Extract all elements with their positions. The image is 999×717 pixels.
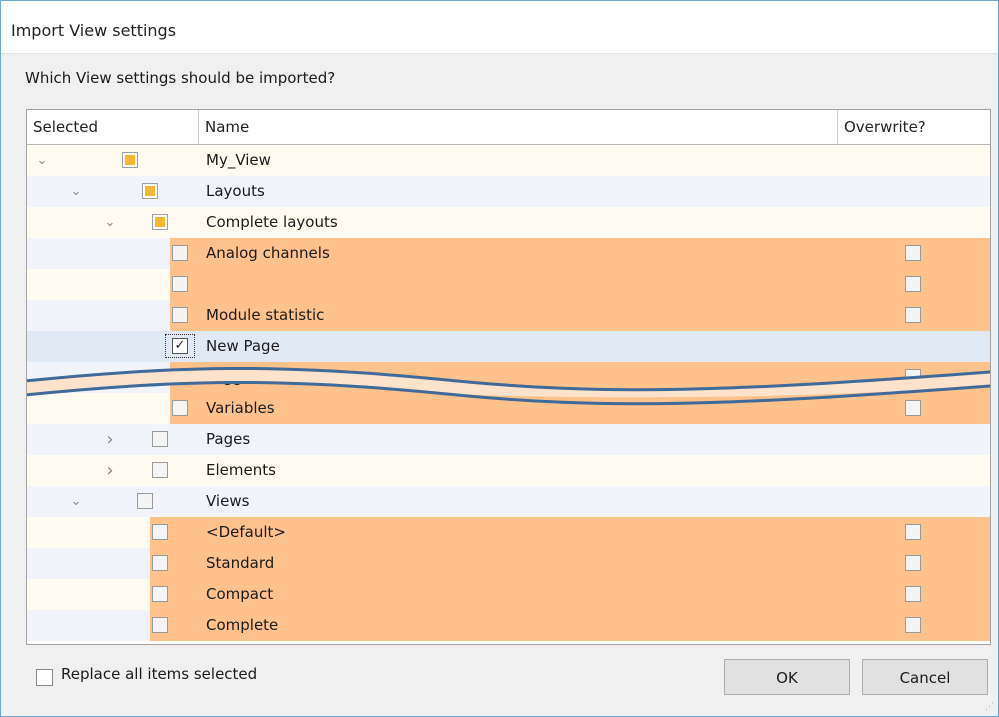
dialog-title: Import View settings bbox=[11, 21, 177, 40]
import-view-settings-dialog: Import View settings Which View settings… bbox=[0, 0, 999, 717]
grid-header: Selected Name Overwrite? bbox=[27, 110, 990, 145]
row-name: Views bbox=[206, 492, 250, 510]
select-checkbox[interactable] bbox=[152, 555, 168, 571]
tree-row[interactable]: Analog channels bbox=[27, 238, 990, 269]
row-name: <Default> bbox=[206, 523, 286, 541]
row-name: Complete bbox=[206, 616, 279, 634]
row-name: Compact bbox=[206, 585, 274, 603]
chevron-right-icon[interactable]: › bbox=[103, 455, 117, 486]
chevron-down-icon[interactable]: ⌄ bbox=[103, 207, 117, 238]
select-checkbox[interactable] bbox=[152, 431, 168, 447]
select-checkbox[interactable] bbox=[152, 524, 168, 540]
overwrite-checkbox[interactable] bbox=[905, 524, 921, 540]
row-name: Standard bbox=[206, 554, 275, 572]
tree-row[interactable]: <Default> bbox=[27, 517, 990, 548]
title-bar: Import View settings bbox=[1, 1, 998, 54]
chevron-down-icon[interactable]: ⌄ bbox=[69, 176, 83, 207]
tree-row[interactable]: Compact bbox=[27, 579, 990, 610]
tree-row[interactable] bbox=[27, 269, 990, 300]
page-break-wave bbox=[27, 366, 990, 406]
row-name: My_View bbox=[206, 151, 271, 169]
settings-tree-grid: Selected Name Overwrite? ⌄ My_View ⌄ Layout… bbox=[26, 109, 991, 645]
overwrite-checkbox[interactable] bbox=[905, 245, 921, 261]
overwrite-checkbox[interactable] bbox=[905, 586, 921, 602]
column-header-overwrite[interactable]: Overwrite? bbox=[838, 110, 990, 144]
tree-row[interactable]: Module statistic bbox=[27, 300, 990, 331]
tree-row[interactable]: Complete bbox=[27, 610, 990, 641]
select-checkbox[interactable] bbox=[152, 462, 168, 478]
row-name: Analog channels bbox=[206, 244, 330, 262]
chevron-down-icon[interactable]: ⌄ bbox=[35, 145, 49, 176]
ok-button[interactable]: OK bbox=[724, 659, 850, 695]
row-highlight bbox=[150, 548, 990, 579]
question-label: Which View settings should be imported? bbox=[25, 69, 336, 87]
select-checkbox[interactable] bbox=[172, 245, 188, 261]
select-checkbox[interactable] bbox=[152, 586, 168, 602]
overwrite-checkbox[interactable] bbox=[905, 617, 921, 633]
select-checkbox[interactable] bbox=[152, 617, 168, 633]
select-checkbox[interactable] bbox=[142, 183, 158, 199]
tree-row[interactable]: Standard bbox=[27, 548, 990, 579]
select-checkbox[interactable] bbox=[122, 152, 138, 168]
select-checkbox[interactable] bbox=[172, 276, 188, 292]
row-highlight bbox=[150, 579, 990, 610]
overwrite-checkbox[interactable] bbox=[905, 276, 921, 292]
column-header-name[interactable]: Name bbox=[198, 110, 838, 144]
row-highlight bbox=[170, 269, 990, 300]
select-checkbox[interactable] bbox=[152, 214, 168, 230]
column-header-selected[interactable]: Selected bbox=[27, 110, 198, 144]
row-name: Layouts bbox=[206, 182, 265, 200]
tree-row[interactable]: › Elements bbox=[27, 455, 990, 486]
replace-all-label[interactable]: Replace all items selected bbox=[61, 665, 257, 683]
select-checkbox[interactable] bbox=[137, 493, 153, 509]
tree-row[interactable]: ⌄ Layouts bbox=[27, 176, 990, 207]
cancel-button[interactable]: Cancel bbox=[862, 659, 988, 695]
chevron-down-icon[interactable]: ⌄ bbox=[69, 486, 83, 517]
overwrite-checkbox[interactable] bbox=[905, 555, 921, 571]
tree-row[interactable]: ⌄ My_View bbox=[27, 145, 990, 176]
tree-row[interactable]: ⌄ Complete layouts bbox=[27, 207, 990, 238]
row-name: Module statistic bbox=[206, 306, 325, 324]
replace-all-checkbox[interactable] bbox=[36, 669, 53, 686]
resize-grip-icon[interactable]: ⋰ bbox=[985, 702, 994, 712]
select-checkbox[interactable] bbox=[172, 307, 188, 323]
row-name: Elements bbox=[206, 461, 276, 479]
overwrite-checkbox[interactable] bbox=[905, 307, 921, 323]
row-name: Complete layouts bbox=[206, 213, 338, 231]
tree-row[interactable]: ⌄ Views bbox=[27, 486, 990, 517]
